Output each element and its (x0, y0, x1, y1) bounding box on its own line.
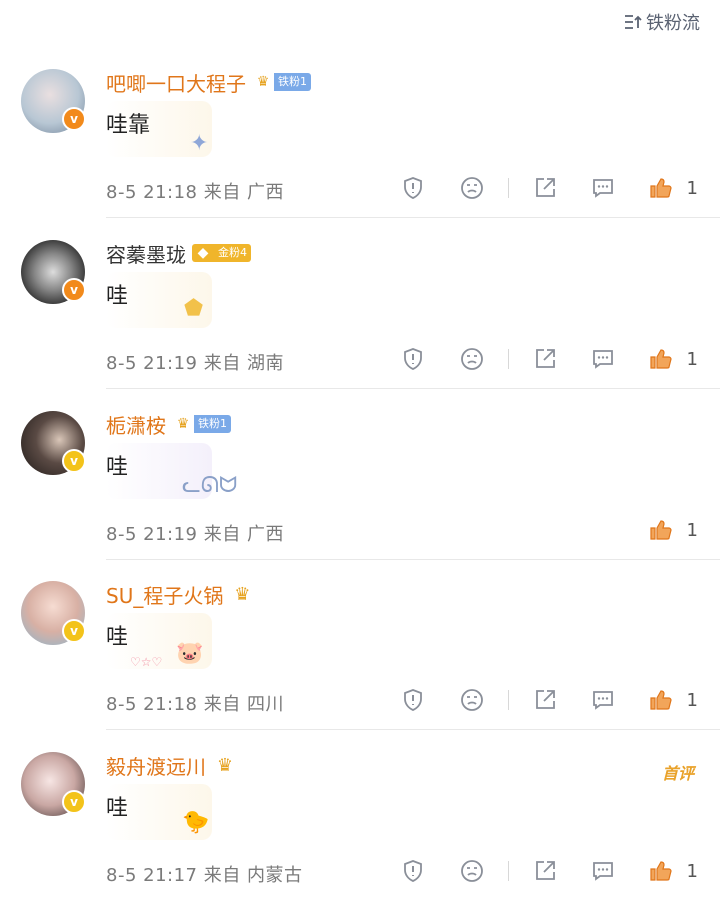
fan-badge: ♛ 铁粉1 (252, 73, 311, 91)
comment-actions: 1 (649, 515, 698, 545)
pig-chick-sticker-icon: 🐷 (176, 641, 204, 666)
username[interactable]: SU_程子火锅 (106, 580, 223, 609)
verified-badge-icon: v (62, 619, 86, 643)
hearts-icon: ♡☆♡ (130, 655, 163, 669)
verified-badge-icon: v (62, 449, 86, 473)
username[interactable]: 吧唧一口大程子 (106, 68, 246, 97)
comment-item: v SU_程子火锅 ♛ 哇 ♡☆♡ 🐷 8-5 21:18 来自 四川 1 (0, 581, 720, 752)
thumbs-up-icon (649, 688, 673, 712)
fan-badge: ♛ 铁粉1 (172, 415, 231, 433)
crown-icon: ♛ (176, 416, 190, 432)
comment-meta: 8-5 21:17 来自 内蒙古 (106, 865, 303, 886)
username[interactable]: 毅舟渡远川 (106, 751, 206, 780)
sort-icon (624, 14, 642, 30)
verified-badge-icon: v (62, 278, 86, 302)
comment-text: 哇靠 (106, 113, 151, 138)
comment-item: v 容蓁墨珑 ◆ 金粉4 哇 ⬟ 8-5 21:19 来自 湖南 1 (0, 240, 720, 411)
comment-text: 哇 (106, 284, 129, 309)
like-button[interactable]: 1 (649, 347, 698, 371)
thumbs-up-icon (649, 347, 673, 371)
comment-text: 哇 (106, 796, 129, 821)
verified-badge-icon: v (62, 107, 86, 131)
share-icon[interactable] (533, 347, 557, 371)
comment-meta: 8-5 21:19 来自 广西 (106, 524, 284, 545)
comment-text: 哇 (106, 455, 129, 480)
crown-icon: ◆ (192, 244, 214, 262)
first-comment-badge: 首评 (661, 764, 694, 783)
comment-actions: 1 (401, 856, 698, 886)
verified-badge-icon: v (62, 790, 86, 814)
dislike-icon[interactable] (460, 859, 484, 883)
reply-icon[interactable] (591, 859, 615, 883)
crown-icon: ♛ (234, 583, 251, 605)
username[interactable]: 容蓁墨珑 (106, 239, 186, 268)
sort-control[interactable]: 铁粉流 (624, 8, 700, 36)
thumbs-up-icon (649, 176, 673, 200)
report-icon[interactable] (401, 859, 425, 883)
dislike-icon[interactable] (460, 347, 484, 371)
sort-label: 铁粉流 (646, 13, 700, 34)
comment-actions: 1 (401, 685, 698, 715)
comment-meta: 8-5 21:18 来自 四川 (106, 694, 284, 715)
comment-meta: 8-5 21:19 来自 湖南 (106, 353, 284, 374)
share-icon[interactable] (533, 176, 557, 200)
dislike-icon[interactable] (460, 176, 484, 200)
comment-item: v 吧唧一口大程子 ♛ 铁粉1 哇靠 ✦ 8-5 21:18 来自 广西 1 (0, 69, 720, 240)
cat-sticker-icon: ᓚᘏᗢ (182, 473, 238, 498)
bird-sticker-icon: 🐤 (182, 810, 210, 835)
like-button[interactable]: 1 (649, 176, 698, 200)
comment-actions: 1 (401, 173, 698, 203)
thumbs-up-icon (649, 859, 673, 883)
comment-meta: 8-5 21:18 来自 广西 (106, 182, 284, 203)
thumbs-up-icon (649, 518, 673, 542)
share-icon[interactable] (533, 859, 557, 883)
reply-icon[interactable] (591, 347, 615, 371)
gold-gem-icon: ⬟ (184, 296, 204, 321)
like-button[interactable]: 1 (649, 518, 698, 542)
reply-icon[interactable] (591, 688, 615, 712)
like-button[interactable]: 1 (649, 859, 698, 883)
crown-icon: ♛ (256, 74, 270, 90)
report-icon[interactable] (401, 347, 425, 371)
comment-item: v 毅舟渡远川 ♛ 首评 哇 🐤 8-5 21:17 来自 内蒙古 1 (0, 752, 720, 923)
dislike-icon[interactable] (460, 688, 484, 712)
report-icon[interactable] (401, 688, 425, 712)
report-icon[interactable] (401, 176, 425, 200)
username[interactable]: 栀潇桉 (106, 410, 166, 439)
like-button[interactable]: 1 (649, 688, 698, 712)
share-icon[interactable] (533, 688, 557, 712)
comment-item: v 栀潇桉 ♛ 铁粉1 哇 ᓚᘏᗢ 8-5 21:19 来自 广西 1 (0, 411, 720, 582)
crown-icon: ♛ (216, 754, 234, 776)
sparkle-wand-icon: ✦ (190, 131, 209, 156)
comment-text: 哇 (106, 625, 129, 650)
fan-badge: ◆ 金粉4 (192, 244, 251, 262)
reply-icon[interactable] (591, 176, 615, 200)
comment-actions: 1 (401, 344, 698, 374)
